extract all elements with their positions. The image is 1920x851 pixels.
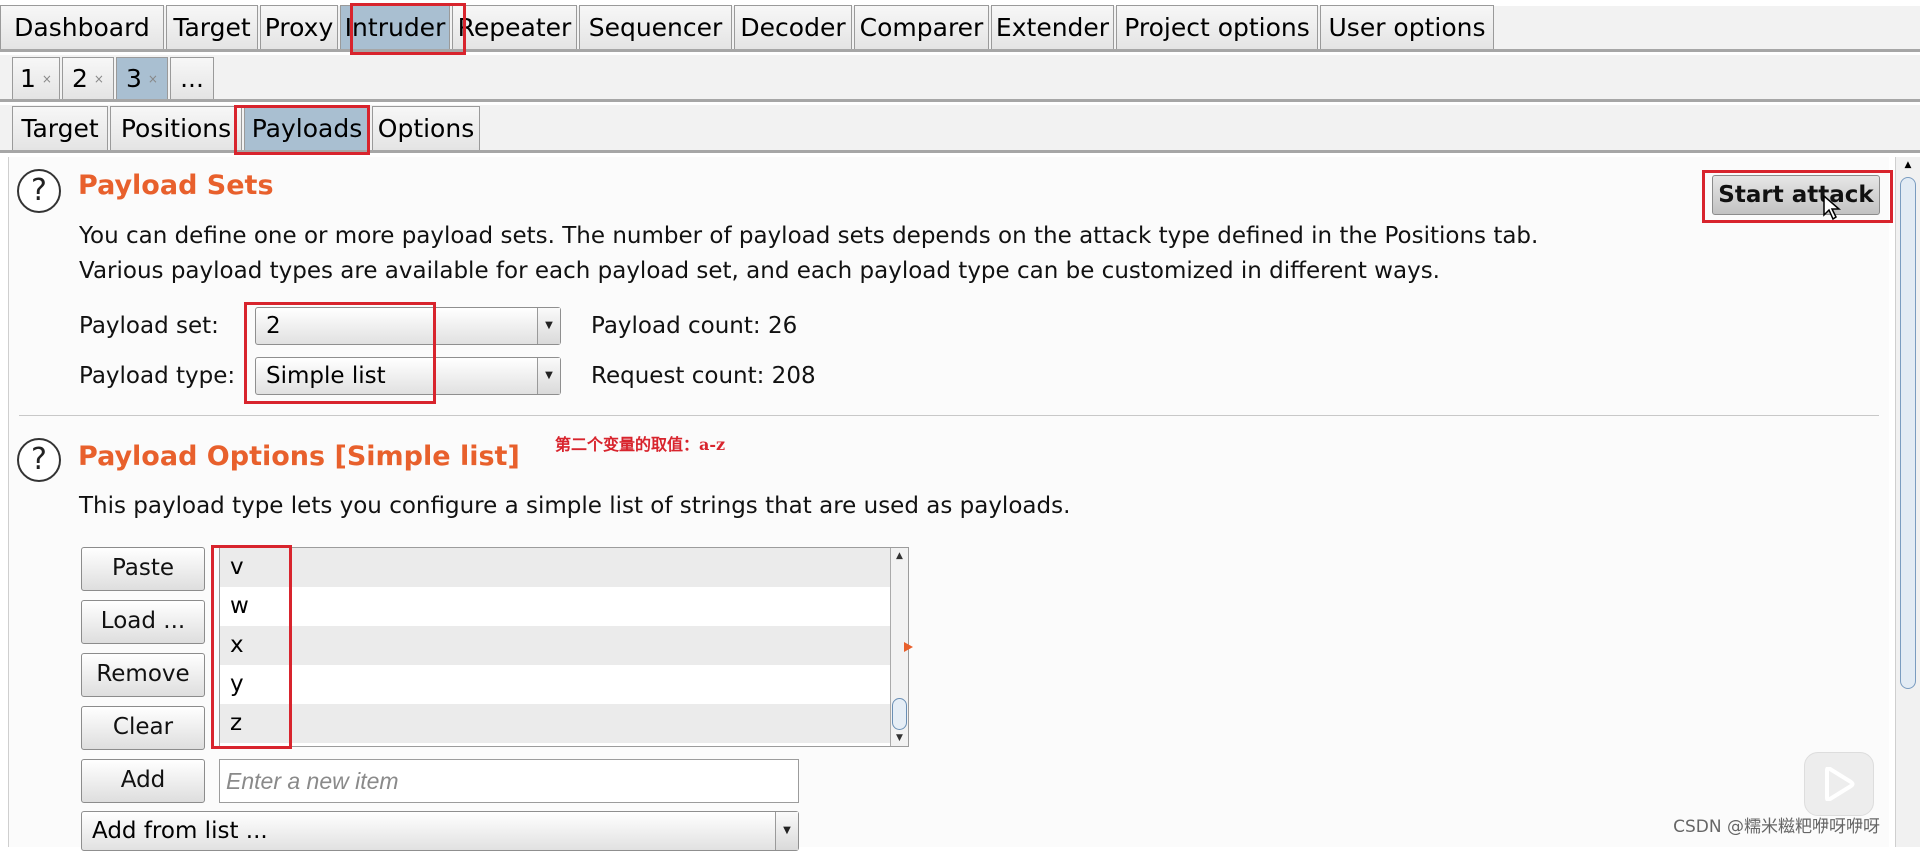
add-from-list-select[interactable]: Add from list ... ▼ (81, 811, 799, 851)
page-scrollbar[interactable]: ▲ (1895, 157, 1920, 847)
close-icon[interactable]: × (42, 72, 52, 86)
payload-count: Payload count: 26 (591, 313, 798, 339)
chevron-down-icon: ▼ (775, 812, 798, 850)
subtab-options[interactable]: Options (372, 106, 480, 150)
annotation-text: 第二个变量的取值：a-z (555, 435, 726, 454)
load-button[interactable]: Load ... (81, 600, 205, 644)
scroll-down-icon[interactable]: ▼ (891, 730, 908, 746)
triangle-right-icon (904, 642, 913, 652)
scroll-thumb[interactable] (892, 698, 907, 730)
help-icon[interactable]: ? (17, 169, 61, 213)
watermark: CSDN @糯米糍粑咿呀咿呀 (1673, 817, 1880, 837)
tab-target[interactable]: Target (166, 5, 258, 49)
remove-button[interactable]: Remove (81, 653, 205, 697)
tab-extender[interactable]: Extender (991, 5, 1114, 49)
attack-tab-1[interactable]: 1 × (12, 57, 60, 99)
payload-options-title: Payload Options [Simple list] (78, 441, 520, 472)
subtab-payloads[interactable]: Payloads (244, 106, 370, 150)
paste-button[interactable]: Paste (81, 547, 205, 591)
help-icon[interactable]: ? (17, 438, 61, 482)
close-icon[interactable]: × (94, 72, 104, 86)
scroll-thumb[interactable] (1900, 177, 1916, 689)
play-icon[interactable] (1804, 752, 1874, 816)
attack-tab-3[interactable]: 3 × (116, 57, 168, 99)
list-item[interactable]: y (220, 665, 908, 704)
payload-sets-description-2: Various payload types are available for … (79, 258, 1440, 284)
subtab-target[interactable]: Target (12, 106, 108, 150)
payload-sets-description-1: You can define one or more payload sets.… (79, 223, 1539, 249)
start-attack-button[interactable]: Start attack (1712, 175, 1880, 215)
payload-sets-title: Payload Sets (78, 170, 274, 201)
clear-button[interactable]: Clear (81, 706, 205, 750)
add-button[interactable]: Add (81, 759, 205, 803)
request-count: Request count: 208 (591, 363, 816, 389)
tab-repeater[interactable]: Repeater (452, 5, 577, 49)
tab-dashboard[interactable]: Dashboard (0, 5, 164, 49)
payload-type-label: Payload type: (79, 363, 236, 389)
attack-tab-2[interactable]: 2 × (62, 57, 114, 99)
list-item[interactable]: x (220, 626, 908, 665)
subtab-positions[interactable]: Positions (110, 106, 242, 150)
main-tab-bar: Dashboard Target Proxy Intruder Repeater… (0, 5, 1920, 52)
payload-type-select[interactable]: Simple list ▼ (255, 357, 561, 395)
close-icon[interactable]: × (148, 72, 158, 86)
payloads-panel: ? Payload Sets Start attack You can defi… (8, 157, 1889, 851)
scroll-up-icon[interactable]: ▲ (1896, 157, 1920, 173)
mouse-cursor-icon (1823, 195, 1842, 221)
payload-list[interactable]: v w x y z ▲ ▼ (219, 547, 909, 747)
chevron-down-icon: ▼ (537, 358, 560, 394)
tab-user-options[interactable]: User options (1320, 5, 1494, 49)
new-item-input[interactable] (219, 759, 799, 803)
scroll-up-icon[interactable]: ▲ (891, 548, 908, 564)
tab-proxy[interactable]: Proxy (260, 5, 338, 49)
list-item[interactable]: z (220, 704, 908, 743)
tab-sequencer[interactable]: Sequencer (579, 5, 732, 49)
list-item[interactable]: w (220, 587, 908, 626)
tab-comparer[interactable]: Comparer (854, 5, 989, 49)
list-item[interactable]: v (220, 548, 908, 587)
payload-set-select[interactable]: 2 ▼ (255, 307, 561, 345)
chevron-down-icon: ▼ (537, 308, 560, 344)
tab-intruder[interactable]: Intruder (340, 5, 450, 49)
tab-decoder[interactable]: Decoder (734, 5, 852, 49)
tab-project-options[interactable]: Project options (1116, 5, 1318, 49)
payload-set-label: Payload set: (79, 313, 219, 339)
intruder-subtab-bar: Target Positions Payloads Options (0, 105, 1920, 153)
new-attack-tab[interactable]: ... (170, 57, 214, 99)
payload-options-description: This payload type lets you configure a s… (79, 493, 1071, 519)
section-divider (19, 415, 1879, 416)
attack-tab-bar: 1 × 2 × 3 × ... (0, 55, 1920, 102)
